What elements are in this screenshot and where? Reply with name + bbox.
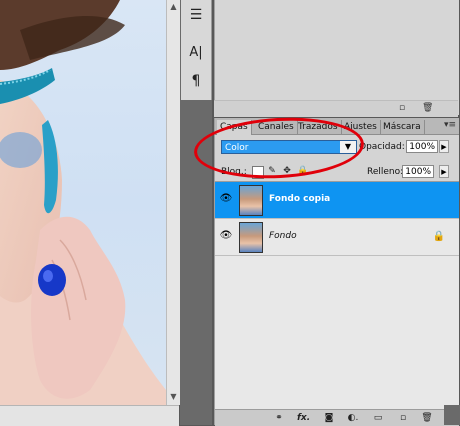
new-group-icon[interactable]: ▭	[372, 413, 384, 423]
layer-row-fondo-copia[interactable]: 👁 Fondo copia	[215, 182, 459, 219]
new-layer-icon[interactable]: ▫	[397, 413, 409, 423]
character-icon[interactable]: A|	[184, 42, 208, 64]
trash-icon[interactable]: 🗑	[422, 103, 433, 113]
layer-comps-icon[interactable]: ☰	[184, 4, 208, 26]
add-mask-icon[interactable]: ◙	[323, 413, 335, 423]
fx-icon[interactable]: fx.	[297, 413, 310, 423]
adjustment-layer-icon[interactable]: ◐.	[347, 413, 359, 423]
vertical-scrollbar[interactable]: ▲ ▼	[166, 0, 180, 405]
corner-area	[444, 405, 460, 425]
opacity-slider-button[interactable]: ▶	[439, 140, 449, 153]
photo-image	[0, 0, 166, 405]
trash-icon[interactable]: 🗑	[421, 413, 433, 423]
opacity-label: Opacidad:	[359, 142, 405, 152]
upper-panel	[214, 0, 459, 115]
scroll-up-icon[interactable]: ▲	[169, 2, 178, 11]
layer-name: Fondo	[269, 231, 297, 241]
paragraph-icon[interactable]: ¶	[184, 70, 208, 92]
tab-mascara[interactable]: Máscara	[380, 120, 425, 134]
layer-name: Fondo copia	[269, 194, 331, 204]
layer-row-fondo[interactable]: 👁 Fondo 🔒	[215, 219, 459, 256]
layer-thumbnail	[239, 222, 263, 253]
lock-icon: 🔒	[432, 231, 445, 242]
layers-bottom-bar: ⚭ fx. ◙ ◐. ▭ ▫ 🗑	[215, 409, 459, 426]
eye-icon[interactable]: 👁	[219, 231, 233, 241]
scroll-down-icon[interactable]: ▼	[169, 392, 178, 401]
fill-field[interactable]: 100%	[402, 165, 434, 178]
opacity-field[interactable]: 100%	[406, 140, 438, 153]
layer-list: 👁 Fondo copia 👁 Fondo 🔒	[215, 181, 459, 410]
horizontal-scrollbar[interactable]	[0, 405, 179, 426]
collapsed-panel-strip: ☰ A| ¶	[181, 0, 212, 100]
fill-label: Relleno:	[367, 167, 404, 177]
new-item-icon[interactable]: ▫	[397, 103, 407, 113]
eye-icon[interactable]: 👁	[219, 194, 233, 204]
document-canvas[interactable]	[0, 0, 166, 405]
layer-thumbnail	[239, 185, 263, 216]
panel-menu-icon[interactable]: ▾≡	[444, 120, 456, 130]
fill-slider-button[interactable]: ▶	[439, 165, 449, 178]
link-layers-icon[interactable]: ⚭	[273, 413, 285, 423]
